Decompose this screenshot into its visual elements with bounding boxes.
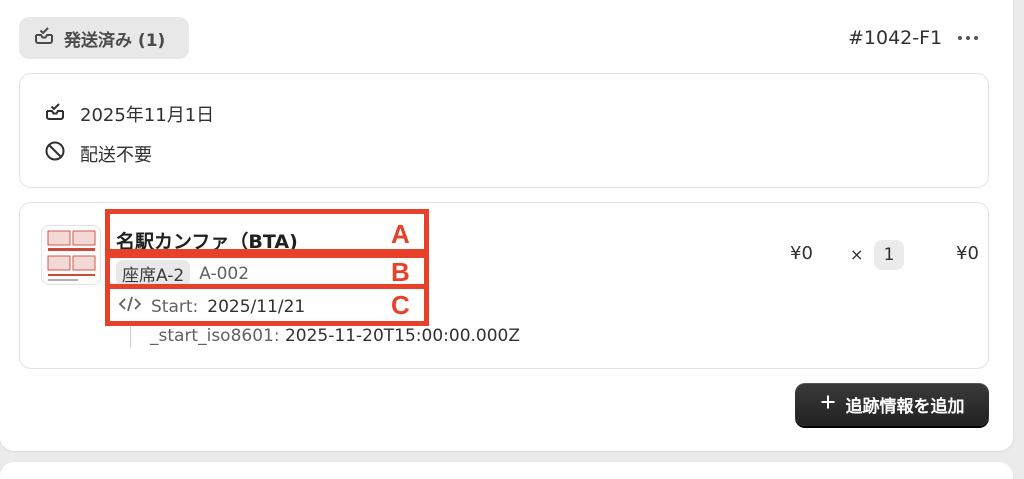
fulfillment-date-row: 2025年11月1日 <box>44 101 214 127</box>
quantity-badge: 1 <box>874 240 904 270</box>
fulfillment-date: 2025年11月1日 <box>80 105 215 126</box>
status-label: 発送済み (1) <box>64 30 166 51</box>
annotation-label-a: A <box>391 219 410 249</box>
property-2-value: 2025-11-20T15:00:00.000Z <box>284 326 521 346</box>
line-item-property-2: _start_iso8601: 2025-11-20T15:00:00.000Z <box>150 326 520 346</box>
fulfilled-icon <box>44 102 66 127</box>
shipping-row: 配送不要 <box>44 140 152 167</box>
add-tracking-label: 追跡情報を追加 <box>845 397 965 417</box>
shipping-status: 配送不要 <box>80 144 152 166</box>
unit-price: ¥0 <box>790 243 813 264</box>
next-card <box>0 462 1013 479</box>
property-2-label: _start_iso8601: <box>150 326 280 346</box>
multiply-sign: × <box>850 245 864 264</box>
fulfilled-status-badge: 発送済み (1) <box>19 17 189 59</box>
fulfillment-order-id: #1042-F1 <box>848 27 943 49</box>
fulfilled-icon <box>33 26 55 50</box>
annotation-label-c: C <box>391 290 410 320</box>
line-total: ¥0 <box>956 243 979 264</box>
product-thumbnail[interactable] <box>41 225 101 285</box>
annotation-box-a <box>105 209 429 254</box>
fulfillment-info-box: 2025年11月1日 配送不要 <box>19 73 989 188</box>
more-actions-icon[interactable] <box>954 25 982 51</box>
no-shipping-icon <box>44 140 66 167</box>
property-divider <box>130 324 131 348</box>
add-tracking-button[interactable]: 追跡情報を追加 <box>795 383 989 426</box>
annotation-box-c <box>105 284 429 326</box>
plus-icon <box>820 394 836 415</box>
